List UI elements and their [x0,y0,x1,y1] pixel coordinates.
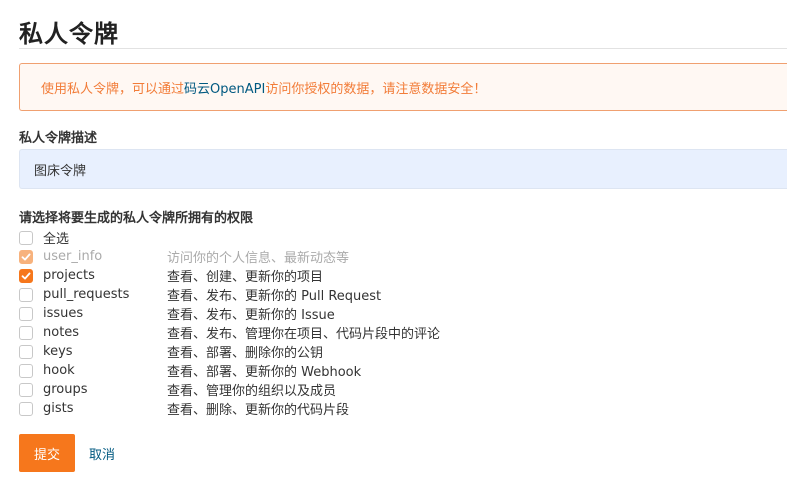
permission-description: 查看、删除、更新你的代码片段 [167,403,350,418]
permission-description: 查看、部署、删除你的公钥 [167,346,324,361]
security-alert: 使用私人令牌，可以通过 码云OpenAPI 访问你授权的数据，请注意数据安全！ [19,63,787,111]
page-title: 私人令牌 [19,20,119,48]
cancel-link[interactable]: 取消 [89,444,115,463]
permissions-label: 请选择将要生成的私人令牌所拥有的权限 [19,211,254,226]
select-all-row[interactable]: 全选 [19,228,719,247]
permission-checkbox-user-info [19,249,33,264]
select-all-label: 全选 [43,232,70,247]
permission-name: groups [43,382,88,397]
permission-row-projects[interactable]: projects 查看、创建、更新你的项目 [19,266,719,285]
alert-openapi-link[interactable]: 码云OpenAPI [184,78,265,97]
permission-row-keys[interactable]: keys 查看、部署、删除你的公钥 [19,342,719,361]
permission-checkbox-hook[interactable] [19,363,33,378]
select-all-checkbox[interactable] [19,230,33,245]
permission-description: 查看、管理你的组织以及成员 [167,384,337,399]
permission-row-gists[interactable]: gists 查看、删除、更新你的代码片段 [19,399,719,418]
check-icon [21,272,31,279]
permission-list: 全选 user_info 访问你的个人信息、最新动态等 projects 查看、创建、… [19,228,719,418]
permission-row-issues[interactable]: issues 查看、发布、更新你的 Issue [19,304,719,323]
permission-description: 查看、发布、更新你的 Issue [167,308,335,323]
permission-checkbox-notes[interactable] [19,325,33,340]
permission-description: 访问你的个人信息、最新动态等 [167,251,350,266]
check-icon [21,253,31,260]
submit-button[interactable]: 提交 [19,434,75,472]
permission-name: keys [43,344,73,359]
alert-text-after: 访问你授权的数据，请注意数据安全！ [265,81,487,97]
permission-checkbox-projects[interactable] [19,268,33,283]
permission-name: hook [43,363,75,378]
permission-row-notes[interactable]: notes 查看、发布、管理你在项目、代码片段中的评论 [19,323,719,342]
permission-row-hook[interactable]: hook 查看、部署、更新你的 Webhook [19,361,719,380]
permission-row-groups[interactable]: groups 查看、管理你的组织以及成员 [19,380,719,399]
permission-row-user-info: user_info 访问你的个人信息、最新动态等 [19,247,719,266]
permission-description: 查看、部署、更新你的 Webhook [167,365,362,380]
permission-checkbox-pull-requests[interactable] [19,287,33,302]
permission-row-pull-requests[interactable]: pull_requests 查看、发布、更新你的 Pull Request [19,285,719,304]
permission-name: user_info [43,249,103,264]
permission-description: 查看、发布、更新你的 Pull Request [167,289,382,304]
permission-name: issues [43,306,84,321]
permission-checkbox-groups[interactable] [19,382,33,397]
permission-name: projects [43,268,95,283]
permission-checkbox-gists[interactable] [19,401,33,416]
permission-name: notes [43,325,80,340]
description-input[interactable]: 图床令牌 [19,149,787,189]
description-label: 私人令牌描述 [19,131,98,146]
title-divider [19,48,787,49]
permission-checkbox-keys[interactable] [19,344,33,359]
permission-description: 查看、创建、更新你的项目 [167,270,324,285]
permission-name: gists [43,401,74,416]
permission-name: pull_requests [43,287,130,302]
token-page: 私人令牌 使用私人令牌，可以通过 码云OpenAPI 访问你授权的数据，请注意数… [0,0,787,495]
permission-checkbox-issues[interactable] [19,306,33,321]
alert-text-before: 使用私人令牌，可以通过 [41,81,185,97]
permission-description: 查看、发布、管理你在项目、代码片段中的评论 [167,327,441,342]
